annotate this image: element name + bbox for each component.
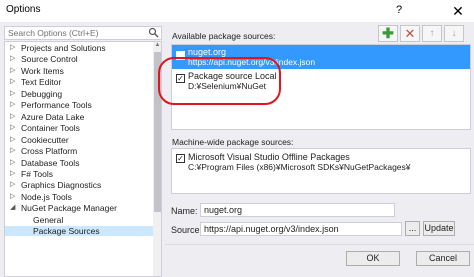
tree-item[interactable]: ▷ Azure Data Lake bbox=[5, 112, 155, 122]
collapsed-arrow-icon[interactable]: ▷ bbox=[10, 100, 15, 110]
name-label: Name: bbox=[171, 206, 198, 216]
help-button[interactable]: ? bbox=[396, 4, 402, 16]
tree-item-label: Azure Data Lake bbox=[21, 111, 85, 122]
arrow-up-icon: ↑ bbox=[429, 28, 435, 39]
collapsed-arrow-icon[interactable]: ▷ bbox=[10, 54, 15, 64]
close-icon: ✕ bbox=[404, 26, 416, 41]
tree-item-label: General bbox=[33, 214, 64, 225]
ok-button[interactable]: OK bbox=[346, 251, 400, 266]
tree-item[interactable]: ▷ Database Tools bbox=[5, 158, 155, 168]
machine-sources-label: Machine-wide package sources: bbox=[172, 137, 294, 147]
search-input[interactable]: Search Options (Ctrl+E) bbox=[4, 26, 162, 40]
collapsed-arrow-icon[interactable]: ▷ bbox=[10, 112, 15, 122]
tree-item-label: Graphics Diagnostics bbox=[21, 180, 102, 191]
source-name: nuget.org bbox=[188, 47, 227, 57]
collapsed-arrow-icon[interactable]: ▷ bbox=[10, 146, 15, 156]
move-down-button[interactable]: ↓ bbox=[444, 25, 464, 42]
source-url: C:¥Program Files (x86)¥Microsoft SDKs¥Nu… bbox=[188, 162, 411, 172]
move-up-button[interactable]: ↑ bbox=[422, 25, 442, 42]
tree-item-label: NuGet Package Manager bbox=[21, 203, 117, 214]
tree-item-label: Database Tools bbox=[21, 157, 80, 168]
tree-item-label: Performance Tools bbox=[21, 100, 92, 111]
source-name: Microsoft Visual Studio Offline Packages bbox=[188, 152, 350, 162]
tree-item-label: Work Items bbox=[21, 65, 64, 76]
source-label: Source: bbox=[171, 225, 203, 235]
close-button[interactable]: ✕ bbox=[446, 2, 470, 20]
cancel-button[interactable]: Cancel bbox=[416, 251, 470, 266]
collapsed-arrow-icon[interactable]: ▷ bbox=[10, 66, 15, 76]
name-field[interactable]: nuget.org bbox=[200, 203, 395, 217]
tree-item-label: Node.js Tools bbox=[21, 191, 72, 202]
tree-item[interactable]: ▷ Container Tools bbox=[5, 123, 155, 133]
tree-item[interactable]: ▷ Source Control bbox=[5, 54, 155, 64]
remove-source-button[interactable]: ✕ bbox=[400, 25, 420, 42]
title-bar: Options ? ✕ bbox=[0, 0, 474, 22]
tree-item-label: Container Tools bbox=[21, 123, 80, 134]
scroll-up-icon[interactable]: ▲ bbox=[153, 42, 161, 51]
source-checkbox[interactable]: ✓ bbox=[176, 154, 185, 163]
tree-item-label: Cookiecutter bbox=[21, 134, 69, 145]
tree-item-label: Cross Platform bbox=[21, 146, 78, 157]
tree-item[interactable]: ▷ Node.js Tools bbox=[5, 192, 155, 202]
highlight-annotation bbox=[158, 57, 281, 105]
source-field[interactable]: https://api.nuget.org/v3/index.json bbox=[200, 222, 402, 236]
arrow-down-icon: ↓ bbox=[451, 28, 457, 39]
tree-item-label: Debugging bbox=[21, 88, 63, 99]
tree-item[interactable]: ▷ F# Tools bbox=[5, 169, 155, 179]
tree-item[interactable]: ▷ Cookiecutter bbox=[5, 135, 155, 145]
search-placeholder: Search Options (Ctrl+E) bbox=[8, 28, 99, 38]
collapsed-arrow-icon[interactable]: ▷ bbox=[10, 158, 15, 168]
tree-item[interactable]: ▷ Graphics Diagnostics bbox=[5, 180, 155, 190]
tree-item[interactable]: ▷ Cross Platform bbox=[5, 146, 155, 156]
tree-item[interactable]: ▷ Performance Tools bbox=[5, 100, 155, 110]
machine-source-row[interactable]: ✓ Microsoft Visual Studio Offline Packag… bbox=[172, 151, 470, 173]
options-tree[interactable]: ▷ Projects and Solutions ▷ Source Control ▷ W… bbox=[4, 41, 162, 277]
plus-icon: ✚ bbox=[382, 25, 394, 41]
available-sources-label: Available package sources: bbox=[172, 31, 276, 41]
collapsed-arrow-icon[interactable]: ▷ bbox=[10, 123, 15, 133]
tree-item-label: Source Control bbox=[21, 54, 78, 65]
tree-item-label: Text Editor bbox=[21, 77, 62, 88]
collapsed-arrow-icon[interactable]: ▷ bbox=[10, 43, 15, 53]
search-icon[interactable] bbox=[148, 27, 159, 40]
tree-item[interactable]: ▷ Work Items bbox=[5, 66, 155, 76]
browse-button[interactable]: ... bbox=[405, 221, 420, 236]
add-source-button[interactable]: ✚ bbox=[378, 25, 398, 42]
tree-item-label: Projects and Solutions bbox=[21, 43, 106, 53]
collapsed-arrow-icon[interactable]: ▷ bbox=[10, 135, 15, 145]
collapsed-arrow-icon[interactable]: ▷ bbox=[10, 192, 15, 202]
update-button[interactable]: Update bbox=[423, 221, 455, 236]
tree-item-label: Package Sources bbox=[33, 226, 100, 237]
tree-item[interactable]: ▷ Debugging bbox=[5, 89, 155, 99]
tree-item[interactable]: Package Sources bbox=[5, 226, 155, 237]
tree-item[interactable]: ◢ NuGet Package Manager bbox=[5, 203, 155, 213]
tree-item-label: F# Tools bbox=[21, 168, 53, 179]
collapsed-arrow-icon[interactable]: ▷ bbox=[10, 89, 15, 99]
window-title: Options bbox=[6, 4, 41, 15]
tree-item[interactable]: ▷ Projects and Solutions bbox=[5, 43, 155, 53]
tree-item[interactable]: General bbox=[5, 215, 155, 225]
expanded-arrow-icon[interactable]: ◢ bbox=[10, 203, 15, 213]
tree-item[interactable]: ▷ Text Editor bbox=[5, 77, 155, 87]
machine-sources-list[interactable]: ✓ Microsoft Visual Studio Offline Packag… bbox=[171, 148, 471, 194]
collapsed-arrow-icon[interactable]: ▷ bbox=[10, 180, 15, 190]
footer-divider bbox=[165, 244, 474, 245]
collapsed-arrow-icon[interactable]: ▷ bbox=[10, 169, 15, 179]
collapsed-arrow-icon[interactable]: ▷ bbox=[10, 77, 15, 87]
